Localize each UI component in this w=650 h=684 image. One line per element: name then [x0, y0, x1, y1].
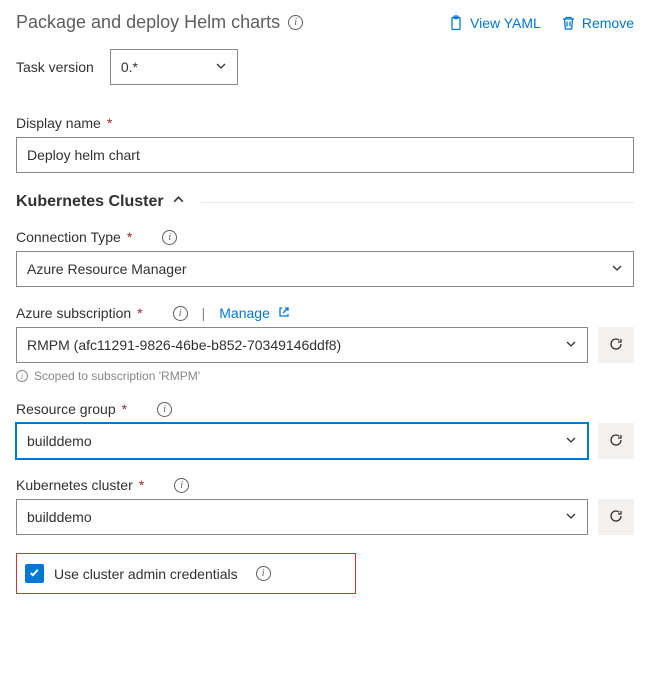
- task-header: Package and deploy Helm charts i View YA…: [16, 12, 634, 33]
- info-icon[interactable]: i: [174, 478, 189, 493]
- refresh-kubernetes-cluster-button[interactable]: [598, 499, 634, 535]
- info-icon[interactable]: i: [256, 566, 271, 581]
- resource-group-select[interactable]: builddemo: [16, 423, 588, 459]
- kubernetes-cluster-field: Kubernetes cluster * i builddemo: [16, 477, 634, 535]
- scoped-note: i Scoped to subscription 'RMPM': [16, 369, 634, 383]
- task-title: Package and deploy Helm charts: [16, 12, 280, 33]
- section-divider: [201, 202, 634, 203]
- info-icon[interactable]: i: [162, 230, 177, 245]
- refresh-icon: [608, 432, 624, 451]
- task-version-row: Task version 0.*: [16, 49, 634, 85]
- task-version-select[interactable]: 0.*: [110, 49, 238, 85]
- refresh-icon: [608, 508, 624, 527]
- required-asterisk: *: [139, 477, 144, 493]
- refresh-resource-group-button[interactable]: [598, 423, 634, 459]
- pipe-divider: |: [202, 305, 206, 321]
- display-name-field: Display name *: [16, 115, 634, 173]
- chevron-down-icon: [611, 261, 623, 277]
- azure-subscription-label: Azure subscription: [16, 305, 131, 321]
- kubernetes-section-header[interactable]: Kubernetes Cluster: [16, 193, 634, 211]
- azure-subscription-select[interactable]: RMPM (afc11291-9826-46be-b852-70349146dd…: [16, 327, 588, 363]
- view-yaml-button[interactable]: View YAML: [448, 15, 541, 31]
- remove-button[interactable]: Remove: [561, 15, 634, 31]
- refresh-subscription-button[interactable]: [598, 327, 634, 363]
- task-version-label: Task version: [16, 59, 94, 75]
- task-version-value: 0.*: [121, 59, 138, 75]
- required-asterisk: *: [127, 229, 132, 245]
- info-icon[interactable]: i: [173, 306, 188, 321]
- resource-group-label: Resource group: [16, 401, 116, 417]
- required-asterisk: *: [122, 401, 127, 417]
- resource-group-field: Resource group * i builddemo: [16, 401, 634, 459]
- resource-group-value: builddemo: [27, 433, 92, 449]
- info-icon[interactable]: i: [157, 402, 172, 417]
- refresh-icon: [608, 336, 624, 355]
- required-asterisk: *: [107, 115, 112, 131]
- display-name-input[interactable]: [16, 137, 634, 173]
- chevron-down-icon: [215, 59, 227, 75]
- admin-credentials-label: Use cluster admin credentials: [54, 566, 238, 582]
- kubernetes-section-label: Kubernetes Cluster: [16, 193, 164, 211]
- kubernetes-cluster-select[interactable]: builddemo: [16, 499, 588, 535]
- chevron-down-icon: [565, 509, 577, 525]
- info-icon: i: [16, 370, 28, 382]
- manage-link[interactable]: Manage: [219, 305, 270, 321]
- chevron-down-icon: [565, 433, 577, 449]
- chevron-down-icon: [565, 337, 577, 353]
- check-icon: [28, 566, 41, 582]
- azure-subscription-value: RMPM (afc11291-9826-46be-b852-70349146dd…: [27, 337, 341, 353]
- clipboard-icon: [448, 15, 464, 31]
- connection-type-field: Connection Type * i Azure Resource Manag…: [16, 229, 634, 287]
- connection-type-value: Azure Resource Manager: [27, 261, 187, 277]
- display-name-label: Display name: [16, 115, 101, 131]
- header-actions: View YAML Remove: [448, 15, 634, 31]
- connection-type-select[interactable]: Azure Resource Manager: [16, 251, 634, 287]
- admin-credentials-checkbox[interactable]: [25, 564, 44, 583]
- task-title-row: Package and deploy Helm charts i: [16, 12, 303, 33]
- kubernetes-cluster-label: Kubernetes cluster: [16, 477, 133, 493]
- info-icon[interactable]: i: [288, 15, 303, 30]
- chevron-up-icon: [172, 193, 185, 211]
- remove-label: Remove: [582, 15, 634, 31]
- required-asterisk: *: [137, 305, 142, 321]
- azure-subscription-field: Azure subscription * i | Manage RMPM (af…: [16, 305, 634, 383]
- external-link-icon: [278, 305, 290, 321]
- view-yaml-label: View YAML: [470, 15, 541, 31]
- kubernetes-cluster-value: builddemo: [27, 509, 92, 525]
- connection-type-label: Connection Type: [16, 229, 121, 245]
- admin-credentials-row: Use cluster admin credentials i: [16, 553, 356, 594]
- trash-icon: [561, 15, 576, 31]
- scoped-text: Scoped to subscription 'RMPM': [34, 369, 200, 383]
